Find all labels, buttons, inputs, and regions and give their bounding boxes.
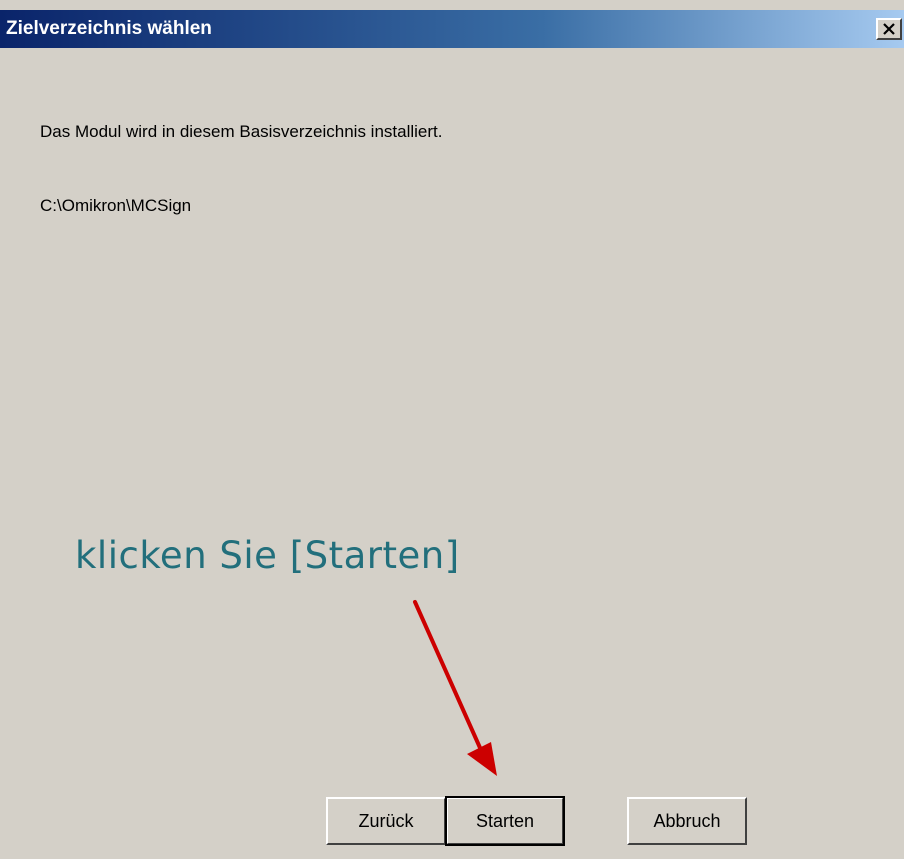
cancel-button[interactable]: Abbruch <box>627 797 747 845</box>
close-icon <box>883 23 895 35</box>
back-button[interactable]: Zurück <box>326 797 446 845</box>
close-button[interactable] <box>876 18 902 40</box>
title-bar[interactable]: Zielverzeichnis wählen <box>0 10 904 48</box>
install-message: Das Modul wird in diesem Basisverzeichni… <box>40 122 443 141</box>
window-title: Zielverzeichnis wählen <box>6 18 212 39</box>
arrow-down-icon <box>413 600 497 776</box>
dialog-window: Zielverzeichnis wählen Das Modul wird in… <box>0 0 904 859</box>
install-path: C:\Omikron\MCSign <box>40 196 192 215</box>
start-button[interactable]: Starten <box>445 796 565 846</box>
instruction-annotation: klicken Sie [Starten] <box>75 534 460 577</box>
